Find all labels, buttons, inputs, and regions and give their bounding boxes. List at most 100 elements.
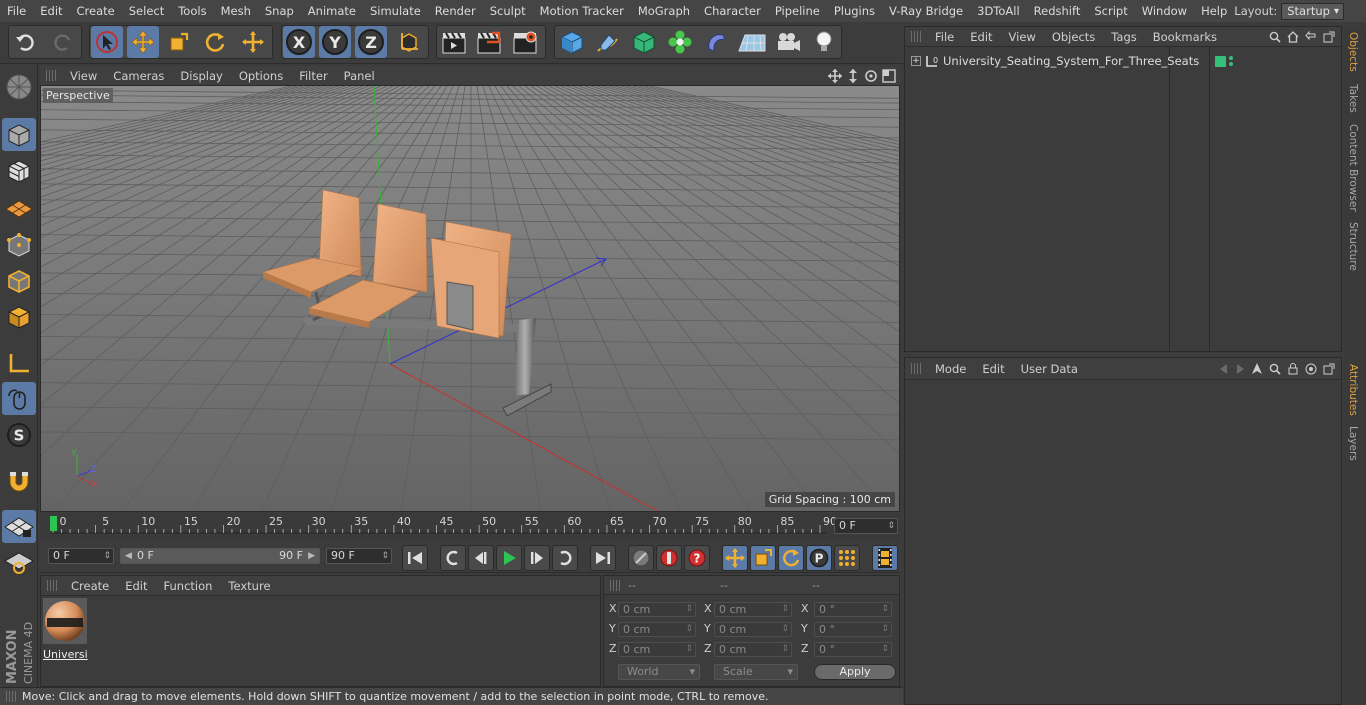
tab-takes[interactable]: Takes	[1347, 84, 1359, 113]
menu-character[interactable]: Character	[697, 4, 768, 18]
size-x-field[interactable]: 0 cm	[714, 602, 792, 617]
pen-spline-button[interactable]	[592, 26, 624, 58]
coordinate-system-button[interactable]	[393, 26, 425, 58]
menu-script[interactable]: Script	[1087, 4, 1134, 18]
tab-structure[interactable]: Structure	[1347, 222, 1359, 271]
play-button[interactable]	[496, 545, 522, 571]
key-rotation-button[interactable]	[778, 545, 804, 571]
attributes-menu-user-data[interactable]: User Data	[1013, 362, 1086, 376]
rotation-x-field[interactable]: 0 °	[814, 602, 892, 617]
menu-select[interactable]: Select	[122, 4, 171, 18]
floor-object-button[interactable]	[736, 26, 768, 58]
x-axis-lock-button[interactable]: X	[283, 26, 315, 58]
coord-panel-grip-icon[interactable]	[610, 579, 620, 591]
menu-snap[interactable]: Snap	[258, 4, 301, 18]
viewport-pan-icon[interactable]	[828, 68, 842, 83]
viewport-maximize-icon[interactable]	[882, 68, 896, 83]
material-menu-texture[interactable]: Texture	[220, 579, 278, 593]
cloner-button[interactable]	[664, 26, 696, 58]
material-panel-grip-icon[interactable]	[47, 580, 57, 591]
end-frame-field[interactable]: 90 F	[326, 548, 392, 564]
tweak-mode-button[interactable]	[2, 382, 36, 415]
apply-button[interactable]: Apply	[814, 664, 896, 680]
attributes-search-icon[interactable]	[1269, 363, 1281, 375]
attributes-target-icon[interactable]	[1305, 363, 1317, 375]
step-back-button[interactable]	[468, 545, 494, 571]
menu-pipeline[interactable]: Pipeline	[768, 4, 827, 18]
subdivision-surface-button[interactable]	[628, 26, 660, 58]
viewport-menu-filter[interactable]: Filter	[291, 69, 335, 83]
key-position-button[interactable]	[722, 545, 748, 571]
objects-menu-edit[interactable]: Edit	[962, 30, 1000, 44]
rotation-z-field[interactable]: 0 °	[814, 642, 892, 657]
redo-button[interactable]	[46, 26, 78, 58]
viewport-menu-panel[interactable]: Panel	[336, 69, 383, 83]
panel-grip-icon[interactable]	[46, 70, 56, 81]
viewport-menu-view[interactable]: View	[62, 69, 105, 83]
frame-range-slider[interactable]: ◀ 0 F 90 F ▶	[120, 548, 320, 564]
menu-create[interactable]: Create	[70, 4, 122, 18]
objects-menu-file[interactable]: File	[927, 30, 962, 44]
workplane-lock-button[interactable]	[2, 510, 36, 543]
axis-mode-button[interactable]	[2, 346, 36, 379]
goto-end-button[interactable]	[590, 545, 616, 571]
goto-prev-key-button[interactable]	[440, 545, 466, 571]
goto-start-button[interactable]	[402, 545, 428, 571]
menu-simulate[interactable]: Simulate	[363, 4, 428, 18]
camera-object-button[interactable]	[772, 26, 804, 58]
move-tool-button[interactable]	[127, 26, 159, 58]
menu-render[interactable]: Render	[428, 4, 483, 18]
model-mode-button[interactable]	[2, 118, 36, 151]
render-settings-button[interactable]	[509, 26, 541, 58]
material-menu-edit[interactable]: Edit	[117, 579, 155, 593]
layout-select[interactable]: Startup	[1281, 2, 1344, 20]
size-y-field[interactable]: 0 cm	[714, 622, 792, 637]
menu-edit[interactable]: Edit	[33, 4, 69, 18]
objects-new-window-icon[interactable]	[1323, 31, 1335, 43]
position-z-field[interactable]: 0 cm	[618, 642, 696, 657]
viewport-zoom-icon[interactable]	[846, 68, 860, 83]
material-menu-create[interactable]: Create	[63, 579, 117, 593]
attributes-menu-edit[interactable]: Edit	[974, 362, 1012, 376]
record-active-button[interactable]	[656, 545, 682, 571]
edges-mode-button[interactable]	[2, 264, 36, 297]
z-axis-lock-button[interactable]: Z	[355, 26, 387, 58]
attributes-nav-arrows-icon[interactable]	[1219, 363, 1245, 375]
viewport-menu-options[interactable]: Options	[231, 69, 291, 83]
scale-mode-select[interactable]: Scale	[714, 664, 798, 680]
menu-animate[interactable]: Animate	[301, 4, 363, 18]
menu-file[interactable]: File	[0, 4, 33, 18]
menu-vray-bridge[interactable]: V-Ray Bridge	[882, 4, 970, 18]
timeline-window-button[interactable]	[872, 545, 898, 571]
deformer-button[interactable]	[700, 26, 732, 58]
menu-sculpt[interactable]: Sculpt	[483, 4, 533, 18]
render-view-button[interactable]	[438, 26, 470, 58]
points-mode-button[interactable]	[2, 228, 36, 261]
key-parameter-button[interactable]: P	[806, 545, 832, 571]
position-y-field[interactable]: 0 cm	[618, 622, 696, 637]
menu-tools[interactable]: Tools	[171, 4, 213, 18]
live-select-button[interactable]	[91, 26, 123, 58]
objects-home-icon[interactable]	[1287, 30, 1299, 43]
goto-next-key-button[interactable]	[552, 545, 578, 571]
objects-panel-grip-icon[interactable]	[911, 31, 921, 42]
attributes-lock-icon[interactable]	[1287, 362, 1299, 375]
start-frame-field[interactable]: 0 F	[48, 548, 114, 564]
texture-mode-button[interactable]	[2, 154, 36, 187]
snap-button[interactable]: S	[2, 418, 36, 451]
object-visibility-icon[interactable]	[1215, 55, 1227, 67]
menu-3dtoall[interactable]: 3DToAll	[970, 4, 1027, 18]
objects-menu-tags[interactable]: Tags	[1103, 30, 1144, 44]
rotate-tool-button[interactable]	[199, 26, 231, 58]
autokey-button[interactable]: ?	[684, 545, 710, 571]
magnet-button[interactable]	[2, 464, 36, 497]
objects-back-icon[interactable]	[1305, 30, 1317, 43]
menu-help[interactable]: Help	[1194, 4, 1234, 18]
tab-content-browser[interactable]: Content Browser	[1347, 124, 1359, 212]
y-axis-lock-button[interactable]: Y	[319, 26, 351, 58]
make-editable-button[interactable]	[2, 70, 36, 103]
objects-menu-objects[interactable]: Objects	[1044, 30, 1103, 44]
viewport-menu-display[interactable]: Display	[172, 69, 230, 83]
recent-tools-button[interactable]	[237, 26, 269, 58]
expand-toggle-icon[interactable]: +	[911, 56, 921, 66]
